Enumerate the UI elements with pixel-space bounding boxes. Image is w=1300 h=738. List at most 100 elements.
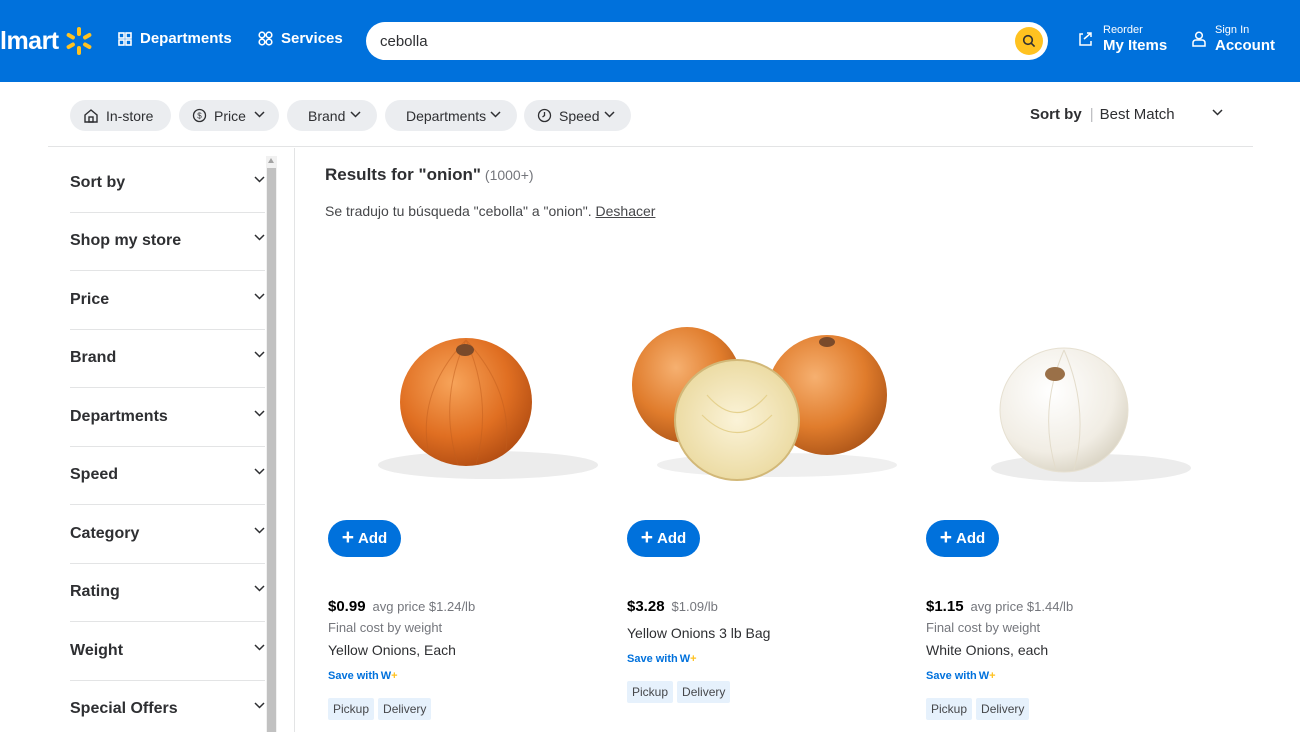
clock-icon [537, 108, 552, 123]
plus-icon: + [640, 526, 654, 549]
save-with-label: Save with [328, 670, 379, 682]
price-icon: $ [192, 108, 207, 123]
product-name[interactable]: White Onions, each [926, 642, 1048, 658]
scroll-up-arrow-icon[interactable] [268, 158, 274, 163]
save-with-walmart-plus[interactable]: Save with W+ [627, 653, 697, 665]
chevron-down-icon [254, 234, 265, 241]
sidebar-item-label: Category [70, 525, 140, 542]
undo-translation-link[interactable]: Deshacer [596, 203, 656, 219]
sidebar-item-departments[interactable]: Departments [70, 388, 265, 446]
product-image-yellow-onions-bag[interactable] [627, 300, 902, 510]
price-row: $3.28 $1.09/lb [627, 598, 718, 615]
services-icon [258, 31, 273, 46]
filter-chip-price[interactable]: $ Price [179, 100, 279, 131]
chevron-down-icon [254, 410, 265, 417]
sidebar-item-special-offers[interactable]: Special Offers [70, 680, 265, 738]
signin-big-label: Account [1215, 37, 1275, 54]
add-button-label: Add [358, 530, 388, 547]
sidebar-item-label: Brand [70, 349, 117, 366]
sidebar-scrollbar[interactable] [266, 156, 277, 732]
save-with-walmart-plus[interactable]: Save with W+ [328, 670, 398, 682]
sidebar-item-brand[interactable]: Brand [70, 329, 265, 387]
fulfillment-tags: Pickup Delivery [926, 698, 1030, 720]
sidebar-divider-vertical [294, 148, 295, 732]
filter-divider [48, 146, 1253, 147]
reorder-my-items-button[interactable]: Reorder My Items [1078, 24, 1167, 54]
signin-small-label: Sign In [1215, 24, 1250, 36]
chevron-down-icon [604, 111, 615, 118]
reorder-icon [1079, 32, 1092, 46]
sign-in-account-button[interactable]: Sign In Account [1192, 24, 1275, 54]
search-input[interactable] [380, 31, 1000, 51]
chevron-down-icon [254, 585, 265, 592]
price-row: $0.99 avg price $1.24/lb [328, 598, 475, 615]
sort-by-dropdown[interactable]: Sort by | Best Match [1030, 106, 1223, 123]
sidebar-item-price[interactable]: Price [70, 271, 265, 329]
scrollbar-thumb[interactable] [267, 168, 276, 732]
product-card: + Add $0.99 avg price $1.24/lb Final cos… [328, 300, 608, 732]
save-with-label: Save with [926, 670, 977, 682]
final-cost-note: Final cost by weight [328, 620, 443, 635]
product-image-yellow-onion[interactable] [328, 300, 603, 510]
plus-icon: + [341, 526, 355, 549]
results-heading: Results for "onion" (1000+) [325, 165, 534, 185]
add-to-cart-button[interactable]: + Add [328, 520, 401, 557]
product-card: + Add $3.28 $1.09/lb Yellow Onions 3 lb … [627, 300, 907, 732]
save-with-walmart-plus[interactable]: Save with W+ [926, 670, 996, 682]
chevron-down-icon [490, 111, 501, 118]
sidebar-item-label: Rating [70, 583, 120, 600]
chip-label: Speed [559, 107, 600, 124]
filter-chip-brand[interactable]: Brand [287, 100, 377, 131]
store-icon [84, 108, 98, 123]
plus-icon: + [939, 526, 953, 549]
sidebar-item-label: Departments [70, 408, 168, 425]
filter-chip-speed[interactable]: Speed [524, 100, 631, 131]
add-to-cart-button[interactable]: + Add [627, 520, 700, 557]
filter-chip-departments[interactable]: Departments [385, 100, 517, 131]
save-with-label: Save with [627, 653, 678, 665]
top-header: lmart Departments Services cebolla Reord… [0, 0, 1300, 82]
delivery-tag: Delivery [677, 681, 731, 703]
sidebar-item-weight[interactable]: Weight [70, 622, 265, 680]
product-image-white-onion[interactable] [926, 300, 1201, 510]
sidebar-item-speed[interactable]: Speed [70, 446, 265, 504]
grid-icon [118, 31, 132, 46]
facet-sidebar: Sort by Shop my store Price Brand Depart… [48, 148, 270, 732]
avg-price: avg price $1.24/lb [372, 599, 476, 614]
spark-icon [66, 27, 92, 55]
user-icon [1192, 31, 1206, 47]
results-title: Results for "onion" [325, 165, 481, 184]
avg-price: avg price $1.44/lb [970, 599, 1074, 614]
avg-price: $1.09/lb [671, 599, 718, 614]
sidebar-item-label: Shop my store [70, 232, 182, 249]
reorder-small-label: Reorder [1103, 24, 1143, 36]
sidebar-item-shop-my-store[interactable]: Shop my store [70, 212, 265, 270]
sidebar-item-label: Weight [70, 642, 124, 659]
add-to-cart-button[interactable]: + Add [926, 520, 999, 557]
departments-nav-label: Departments [140, 30, 232, 47]
sidebar-item-rating[interactable]: Rating [70, 563, 265, 621]
walmart-logo[interactable]: lmart [0, 26, 94, 56]
departments-nav-button[interactable]: Departments [118, 30, 232, 47]
services-nav-button[interactable]: Services [258, 30, 343, 47]
chevron-down-icon [254, 702, 265, 709]
chevron-down-icon [254, 527, 265, 534]
final-cost-note: Final cost by weight [926, 620, 1041, 635]
sidebar-item-sort-by[interactable]: Sort by [70, 154, 265, 212]
walmart-plus-icon: W+ [380, 670, 398, 682]
product-card: + Add $1.15 avg price $1.44/lb Final cos… [926, 300, 1206, 732]
results-count: (1000+) [484, 167, 534, 183]
sort-separator: | [1089, 106, 1094, 123]
pickup-tag: Pickup [627, 681, 674, 703]
product-name[interactable]: Yellow Onions, Each [328, 642, 456, 658]
product-name[interactable]: Yellow Onions 3 lb Bag [627, 625, 770, 641]
delivery-tag: Delivery [378, 698, 432, 720]
chevron-down-icon [254, 176, 265, 183]
sort-value: Best Match [1099, 106, 1175, 123]
chip-label: Departments [406, 107, 487, 124]
sidebar-item-category[interactable]: Category [70, 505, 265, 563]
chevron-down-icon [254, 351, 265, 358]
chevron-down-icon [254, 468, 265, 475]
filter-chip-in-store[interactable]: In-store [70, 100, 171, 131]
search-button[interactable] [1015, 27, 1043, 55]
